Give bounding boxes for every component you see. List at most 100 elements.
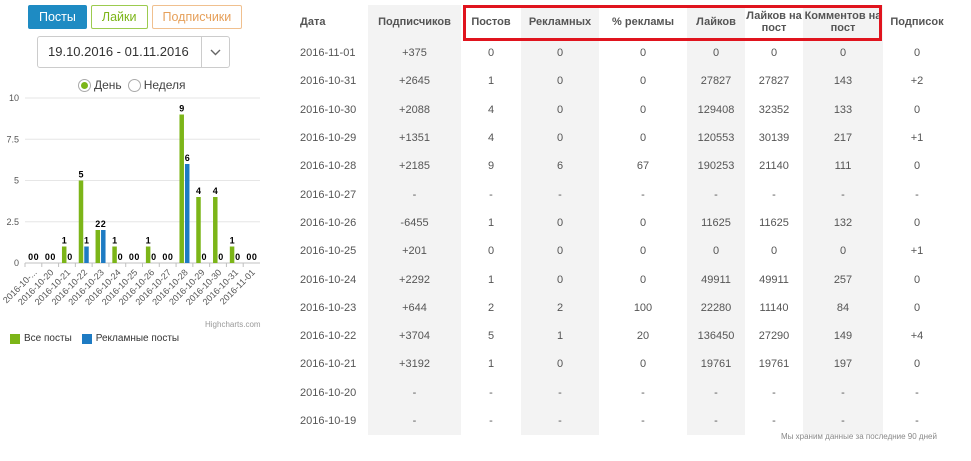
legend-item-ad-posts[interactable]: Рекламные посты	[81, 333, 180, 344]
table-cell: 0	[521, 67, 599, 96]
column-header[interactable]: Постов	[461, 5, 521, 39]
data-label: 2	[95, 219, 100, 229]
table-cell: 0	[521, 39, 599, 68]
table-cell: 111	[803, 152, 883, 181]
table-cell: -	[803, 406, 883, 436]
table-row: 2016-10-26 -6455 1 0 0 11625 11625 132 0	[290, 208, 951, 238]
legend-label: Рекламные посты	[95, 333, 180, 344]
table-cell: 2016-10-29	[300, 132, 357, 145]
table-row: 2016-10-21 +3192 1 0 0 19761 19761 197 0	[290, 350, 951, 379]
column-header[interactable]: Дата	[290, 5, 368, 39]
table-cell: 2016-10-21	[300, 358, 357, 371]
data-label: 4	[213, 186, 218, 196]
column-header[interactable]: Рекламных	[521, 5, 599, 39]
legend-item-all-posts[interactable]: Все посты	[10, 333, 72, 344]
table-cell: +1	[910, 245, 924, 258]
table-cell: -	[687, 378, 745, 407]
chart-credit[interactable]: Highcharts.com	[205, 320, 261, 329]
table-cell: +1351	[368, 123, 461, 153]
column-header[interactable]: Подписчиков	[368, 5, 461, 39]
bar	[101, 230, 106, 263]
table-cell: 0	[913, 47, 921, 60]
table-cell: 2016-10-30	[300, 103, 357, 116]
column-header[interactable]: Подписок	[883, 5, 951, 39]
data-label: 0	[201, 252, 206, 262]
table-cell: 2016-10-31	[300, 75, 357, 88]
table-cell: 2016-10-23	[300, 301, 357, 314]
table-cell: 133	[803, 95, 883, 124]
table-cell: 1	[487, 273, 495, 286]
data-label: 0	[168, 252, 173, 262]
table-cell: 0	[521, 350, 599, 379]
table-cell: -	[641, 188, 645, 201]
table-row: 2016-11-01 +375 0 0 0 0 0 0 0	[290, 39, 951, 68]
table-cell: 84	[803, 293, 883, 322]
table-cell: 2016-10-27	[300, 188, 357, 201]
table-cell: 190253	[687, 152, 745, 181]
legend-swatch-blue	[81, 333, 92, 344]
chevron-down-icon[interactable]	[201, 37, 229, 67]
table-cell: +3192	[368, 350, 461, 379]
bar	[112, 246, 117, 263]
tab-posts[interactable]: Посты	[28, 5, 87, 29]
bar	[213, 197, 218, 263]
table-cell: 11625	[687, 208, 745, 238]
data-label: 0	[67, 252, 72, 262]
bar	[95, 230, 101, 263]
data-label: 0	[162, 252, 167, 262]
chart-legend: Все посты Рекламные посты	[10, 333, 179, 344]
date-range-picker[interactable]: 19.10.2016 - 01.11.2016	[37, 36, 230, 68]
bar	[145, 246, 151, 263]
table-cell: 1	[487, 358, 495, 371]
table-row: 2016-10-24 +2292 1 0 0 49911 49911 257 0	[290, 265, 951, 294]
table-cell: 20	[636, 330, 650, 343]
table-row: 2016-10-31 +2645 1 0 0 27827 27827 143 +2	[290, 67, 951, 96]
table-cell: -	[368, 378, 461, 407]
table-row: 2016-10-22 +3704 5 1 20 136450 27290 149 +4	[290, 321, 951, 351]
table-cell: 0	[770, 47, 778, 60]
table-cell: 1	[487, 216, 495, 229]
table-cell: 143	[803, 67, 883, 96]
table-cell: -	[803, 180, 883, 209]
column-header[interactable]: Лайков на пост	[745, 5, 803, 39]
data-label: 0	[151, 252, 156, 262]
table-cell: 27290	[758, 330, 790, 343]
table-cell: 0	[639, 47, 647, 60]
table-cell: -	[641, 386, 645, 399]
data-label: 0	[134, 252, 139, 262]
table-cell: -	[368, 180, 461, 209]
table-cell: +644	[368, 293, 461, 322]
table-cell: 2016-10-26	[300, 216, 357, 229]
table-cell: 0	[639, 273, 647, 286]
column-header[interactable]: % рекламы	[599, 5, 687, 39]
table-row: 2016-10-20- - - - - - - -	[290, 378, 951, 407]
tab-subscribers[interactable]: Подписчики	[151, 5, 243, 29]
table-cell: 0	[639, 75, 647, 88]
table-cell: 4	[487, 132, 495, 145]
table-cell: 0	[487, 47, 495, 60]
table-cell: 0	[521, 265, 599, 294]
data-label: 9	[179, 104, 184, 114]
table-cell: 0	[913, 216, 921, 229]
y-tick-label: 2.5	[6, 217, 19, 227]
table-cell: 0	[639, 245, 647, 258]
table-cell: -	[915, 415, 919, 427]
column-header[interactable]: Комментов на пост	[803, 5, 883, 39]
table-cell: +2088	[368, 95, 461, 124]
bar	[229, 246, 235, 263]
table-cell: -	[521, 180, 599, 209]
column-header[interactable]: Лайков	[687, 5, 745, 39]
table-cell: 0	[913, 301, 921, 314]
table-cell: 132	[803, 208, 883, 238]
table-cell: -	[489, 415, 493, 427]
table-cell: 49911	[759, 273, 789, 286]
table-cell: -	[489, 188, 493, 201]
table-cell: 2016-10-24	[300, 273, 357, 286]
legend-label: Все посты	[24, 333, 72, 344]
table-cell: 9	[487, 160, 495, 173]
table-cell: -	[803, 378, 883, 407]
table-row: 2016-10-25 +201 0 0 0 0 0 0 +1	[290, 237, 951, 266]
table-cell: 27827	[687, 67, 745, 96]
table-cell: 0	[770, 245, 778, 258]
tab-likes[interactable]: Лайки	[90, 5, 148, 29]
